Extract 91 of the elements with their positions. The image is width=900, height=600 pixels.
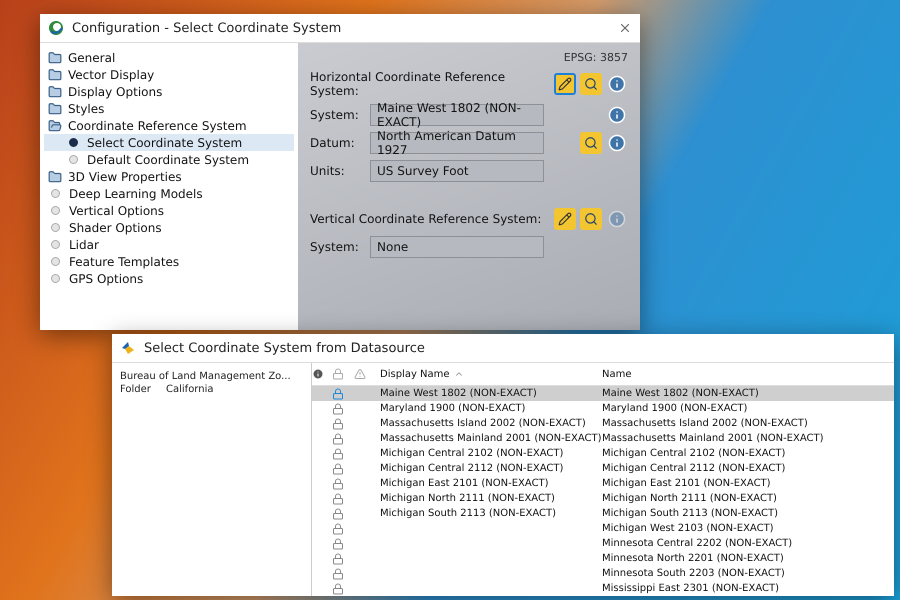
lock-icon	[332, 478, 344, 490]
info-icon	[608, 210, 626, 228]
pencil-icon	[558, 77, 572, 91]
table-cell-text: Michigan North 2111 (NON-EXACT)	[379, 493, 556, 504]
table-cell-text: Mississippi East 2301 (NON-EXACT)	[601, 583, 780, 594]
lock-icon	[332, 418, 344, 430]
warning-icon	[354, 368, 366, 380]
search-button[interactable]	[580, 73, 602, 95]
info-button[interactable]	[606, 104, 628, 126]
window-title: Configuration - Select Coordinate System	[72, 20, 342, 36]
search-button[interactable]	[580, 132, 602, 154]
table-cell-text: Michigan South 2113 (NON-EXACT)	[601, 508, 780, 519]
detail-value: Bureau of Land Management Zo...	[120, 371, 291, 382]
tree-item[interactable]: Styles	[44, 100, 294, 117]
table-cell-text: Michigan Central 2102 (NON-EXACT)	[601, 448, 786, 459]
lock-icon	[332, 462, 344, 474]
info-button[interactable]	[606, 73, 628, 95]
epsg-code: EPSG: 3857	[564, 51, 628, 64]
table-cell-text: Massachusetts Island 2002 (NON-EXACT)	[601, 418, 809, 429]
table-cell-text: Minnesota Central 2202 (NON-EXACT)	[601, 538, 794, 549]
table-row[interactable]: Mississippi East 2301 (NON-EXACT)	[312, 581, 894, 596]
text-field[interactable]: US Survey Foot	[370, 160, 544, 182]
text-field[interactable]: North American Datum 1927	[370, 132, 544, 154]
detail-label: Folder	[120, 384, 152, 395]
app-logo-icon	[120, 340, 136, 356]
lock-icon	[332, 432, 344, 444]
tree-item[interactable]: Feature Templates	[44, 253, 294, 270]
table-cell-text: Michigan South 2113 (NON-EXACT)	[379, 508, 558, 519]
tree-item[interactable]: Vertical Options	[44, 202, 294, 219]
section-heading: Horizontal Coordinate Reference System:	[310, 70, 506, 98]
info-icon	[608, 75, 626, 93]
table-cell-text: Michigan East 2101 (NON-EXACT)	[601, 478, 772, 489]
detail-value: California	[166, 384, 214, 395]
table-cell-text: Maine West 1802 (NON-EXACT)	[601, 388, 760, 399]
section-heading: Vertical Coordinate Reference System:	[310, 212, 542, 226]
table-cell-text: Michigan North 2111 (NON-EXACT)	[601, 493, 778, 504]
column-header[interactable]: Display Name	[376, 368, 598, 380]
search-icon	[584, 77, 598, 91]
info-icon	[608, 134, 626, 152]
table-cell-text: Maine West 1802 (NON-EXACT)	[379, 388, 538, 399]
info-icon	[608, 106, 626, 124]
table-cell-text: Minnesota North 2201 (NON-EXACT)	[601, 553, 785, 564]
lock-icon	[332, 522, 344, 534]
lock-icon	[332, 508, 344, 520]
field-label: System:	[310, 108, 360, 122]
app-logo-icon	[48, 20, 64, 36]
lock-icon	[332, 552, 344, 564]
tree-item[interactable]: GPS Options	[44, 270, 294, 287]
tree-item[interactable]: 3D View Properties	[44, 168, 294, 185]
lock-icon	[332, 568, 344, 580]
tree-item[interactable]: Deep Learning Models	[44, 185, 294, 202]
table-cell-text: Michigan Central 2112 (NON-EXACT)	[601, 463, 786, 474]
tree-item[interactable]: General	[44, 49, 294, 66]
field-label: Units:	[310, 164, 346, 178]
search-icon	[584, 212, 598, 226]
table-cell-text: Michigan Central 2102 (NON-EXACT)	[379, 448, 564, 459]
table-cell-text: Michigan East 2101 (NON-EXACT)	[379, 478, 550, 489]
field-label: System:	[310, 240, 360, 254]
lock-icon	[332, 492, 344, 504]
table-cell-text: Maryland 1900 (NON-EXACT)	[601, 403, 748, 414]
table-cell-text: Massachusetts Island 2002 (NON-EXACT)	[379, 418, 587, 429]
lock-icon	[332, 448, 344, 460]
table-cell-text: Maryland 1900 (NON-EXACT)	[379, 403, 526, 414]
tree-item[interactable]: Default Coordinate System	[44, 151, 294, 168]
tree-item[interactable]: Coordinate Reference System	[44, 117, 294, 134]
info-button[interactable]	[606, 132, 628, 154]
table-cell-text: Michigan Central 2112 (NON-EXACT)	[379, 463, 564, 474]
lock-icon	[332, 388, 344, 400]
edit-button[interactable]	[554, 208, 576, 230]
lock-icon	[332, 402, 344, 414]
text-field[interactable]: Maine West 1802 (NON-EXACT)	[370, 104, 544, 126]
dialog-title: Select Coordinate System from Datasource	[144, 340, 426, 356]
tree-item[interactable]: Shader Options	[44, 219, 294, 236]
lock-icon	[332, 538, 344, 550]
edit-button[interactable]	[554, 73, 576, 95]
search-icon	[584, 136, 598, 150]
column-header[interactable]: Name	[598, 368, 894, 380]
tree-item[interactable]: Lidar	[44, 236, 294, 253]
search-button[interactable]	[580, 208, 602, 230]
tree-item[interactable]: Display Options	[44, 83, 294, 100]
pencil-icon	[558, 212, 572, 226]
table-cell-text: Minnesota South 2203 (NON-EXACT)	[601, 568, 786, 579]
tree-item[interactable]: Select Coordinate System	[44, 134, 294, 151]
close-icon[interactable]	[618, 21, 632, 35]
tree-item[interactable]: Vector Display	[44, 66, 294, 83]
table-cell-text: Michigan West 2103 (NON-EXACT)	[601, 523, 775, 534]
text-field[interactable]: None	[370, 236, 544, 258]
lock-icon	[332, 368, 344, 380]
table-row[interactable]: Maine West 1802 (NON-EXACT) Maine West 1802 (NON-EXACT)	[312, 386, 894, 401]
lock-icon	[332, 582, 344, 594]
field-label: Datum:	[310, 136, 356, 150]
